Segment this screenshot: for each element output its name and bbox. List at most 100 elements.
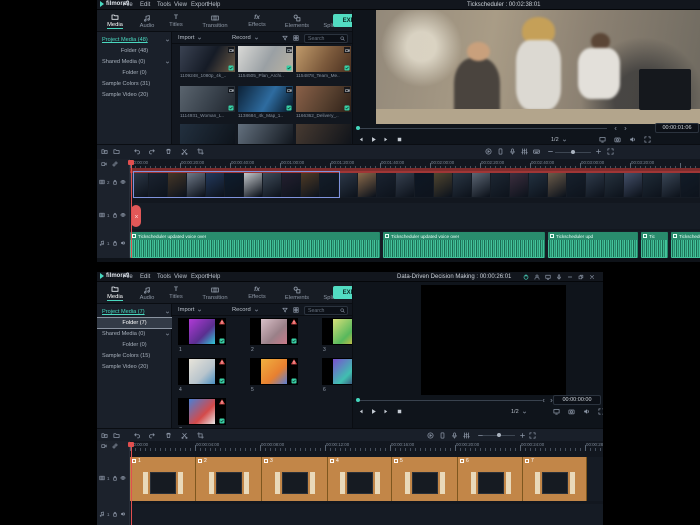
sidebar-item[interactable]: Folder (0)	[97, 68, 172, 78]
fit-icon[interactable]	[607, 148, 614, 155]
funnel-icon[interactable]	[282, 35, 288, 41]
folder-icon[interactable]	[113, 432, 120, 439]
cam-icon[interactable]	[614, 136, 621, 143]
media-thumbnail[interactable]	[322, 358, 352, 385]
redo-icon[interactable]	[149, 148, 156, 155]
sidebar-item[interactable]: Project Media (48)	[97, 35, 172, 45]
playhead-line[interactable]	[131, 164, 132, 258]
video-clip-frame[interactable]	[586, 173, 604, 197]
render-icon[interactable]	[427, 432, 434, 439]
playhead-line[interactable]	[131, 446, 132, 525]
grid-icon[interactable]	[293, 35, 299, 41]
sidebar-item[interactable]: Sample Video (20)	[97, 90, 172, 100]
mic-icon[interactable]	[451, 432, 458, 439]
mic-icon[interactable]	[509, 148, 516, 155]
sidebar-item[interactable]: Sample Colors (31)	[97, 79, 172, 89]
media-thumbnail[interactable]	[180, 46, 235, 72]
trash-icon[interactable]	[165, 148, 172, 155]
stop-button-icon[interactable]	[396, 136, 403, 143]
menu-view[interactable]: View	[174, 274, 187, 280]
cam-icon[interactable]	[568, 408, 575, 415]
video-clip-frame[interactable]	[453, 173, 471, 197]
render-icon[interactable]	[485, 148, 492, 155]
fit-icon[interactable]	[529, 432, 536, 439]
sidebar-item[interactable]: Sample Video (20)	[97, 362, 172, 372]
audio-clip[interactable]: Tickscheduler updated voice over	[130, 232, 380, 258]
stop-button-icon[interactable]	[396, 408, 403, 415]
chevl-icon[interactable]	[613, 126, 618, 131]
minimize-button-icon[interactable]	[567, 274, 573, 280]
video-clip-frame[interactable]	[548, 173, 566, 197]
grid-icon[interactable]	[293, 307, 299, 313]
lock-icon[interactable]	[112, 212, 118, 218]
chev-icon[interactable]	[165, 38, 170, 43]
user-button-icon[interactable]	[534, 274, 540, 280]
trash-icon[interactable]	[165, 432, 172, 439]
video-clip-frame[interactable]	[377, 173, 395, 197]
scissors-icon[interactable]	[181, 148, 188, 155]
chev-icon[interactable]	[165, 332, 170, 337]
media-thumbnail[interactable]	[178, 398, 226, 425]
phone-icon[interactable]	[497, 148, 504, 155]
media-thumbnail[interactable]	[180, 86, 235, 112]
lock-icon[interactable]	[112, 475, 118, 481]
record-button[interactable]: Record	[232, 32, 259, 44]
video-clip-frame[interactable]	[358, 173, 376, 197]
funnel-icon[interactable]	[282, 307, 288, 313]
sidebar-item[interactable]: Sample Colors (15)	[97, 351, 172, 361]
plus-icon[interactable]	[519, 432, 526, 439]
mic-button-icon[interactable]	[556, 274, 562, 280]
video-clip-frame[interactable]	[491, 173, 509, 197]
crop-icon[interactable]	[197, 432, 204, 439]
chevr-icon[interactable]	[549, 398, 554, 403]
sidebar-item[interactable]: Folder (0)	[97, 340, 172, 350]
lock-icon[interactable]	[112, 511, 118, 517]
play-button-icon[interactable]	[370, 136, 377, 143]
menu-edit[interactable]: Edit	[140, 2, 150, 8]
spk-icon[interactable]	[120, 511, 126, 517]
timeline-clip[interactable]: 5	[392, 457, 458, 501]
menu-file[interactable]: File	[123, 2, 133, 8]
plus-icon[interactable]	[595, 148, 602, 155]
media-thumbnail[interactable]	[322, 318, 352, 345]
chevl-icon[interactable]	[541, 398, 546, 403]
folder-icon[interactable]	[113, 148, 120, 155]
media-thumbnail[interactable]	[250, 318, 298, 345]
search-input[interactable]: Search	[304, 306, 348, 315]
tab-audio[interactable]: Audio	[133, 283, 161, 303]
menu-help[interactable]: Help	[208, 274, 220, 280]
video-clip-frame[interactable]	[415, 173, 433, 197]
eye-icon[interactable]	[120, 212, 126, 218]
link-icon[interactable]	[112, 161, 118, 167]
filmcam-icon[interactable]	[101, 443, 107, 449]
zoom-slider-handle[interactable]	[497, 433, 501, 437]
media-thumbnail[interactable]	[180, 124, 235, 144]
timeline-ruler[interactable]: 00:00:0000:00:04:0000:00:08:0000:00:12:0…	[97, 441, 603, 451]
video-clip-frame[interactable]	[662, 173, 680, 197]
menu-tools[interactable]: Tools	[157, 274, 171, 280]
sidebar-item[interactable]: Project Media (7)	[97, 307, 172, 317]
tab-audio[interactable]: Audio	[133, 11, 161, 31]
media-thumbnail[interactable]	[238, 46, 293, 72]
timeline-clip[interactable]: 6	[458, 457, 523, 501]
close-button-icon[interactable]	[589, 274, 595, 280]
mixer-icon[interactable]	[521, 148, 528, 155]
video-clip-frame[interactable]	[472, 173, 490, 197]
media-thumbnail[interactable]	[296, 124, 351, 144]
timeline-clip[interactable]: 7	[523, 457, 587, 501]
chev-icon[interactable]	[165, 60, 170, 65]
power-button-icon[interactable]	[523, 274, 529, 280]
video-clip-frame[interactable]	[434, 173, 452, 197]
redo-icon[interactable]	[149, 432, 156, 439]
next-button-icon[interactable]	[383, 136, 390, 143]
mixer-icon[interactable]	[463, 432, 470, 439]
link-icon[interactable]	[112, 443, 118, 449]
next-button-icon[interactable]	[383, 408, 390, 415]
menu-export[interactable]: Export	[191, 2, 208, 8]
prev-button-icon[interactable]	[357, 136, 364, 143]
folderplus-icon[interactable]	[101, 432, 108, 439]
tab-effects[interactable]: fxEffects	[239, 283, 275, 303]
video-clip-frame[interactable]	[529, 173, 547, 197]
sidebar-item[interactable]: Shared Media (0)	[97, 57, 172, 67]
timeline-clip[interactable]: 1	[130, 457, 196, 501]
